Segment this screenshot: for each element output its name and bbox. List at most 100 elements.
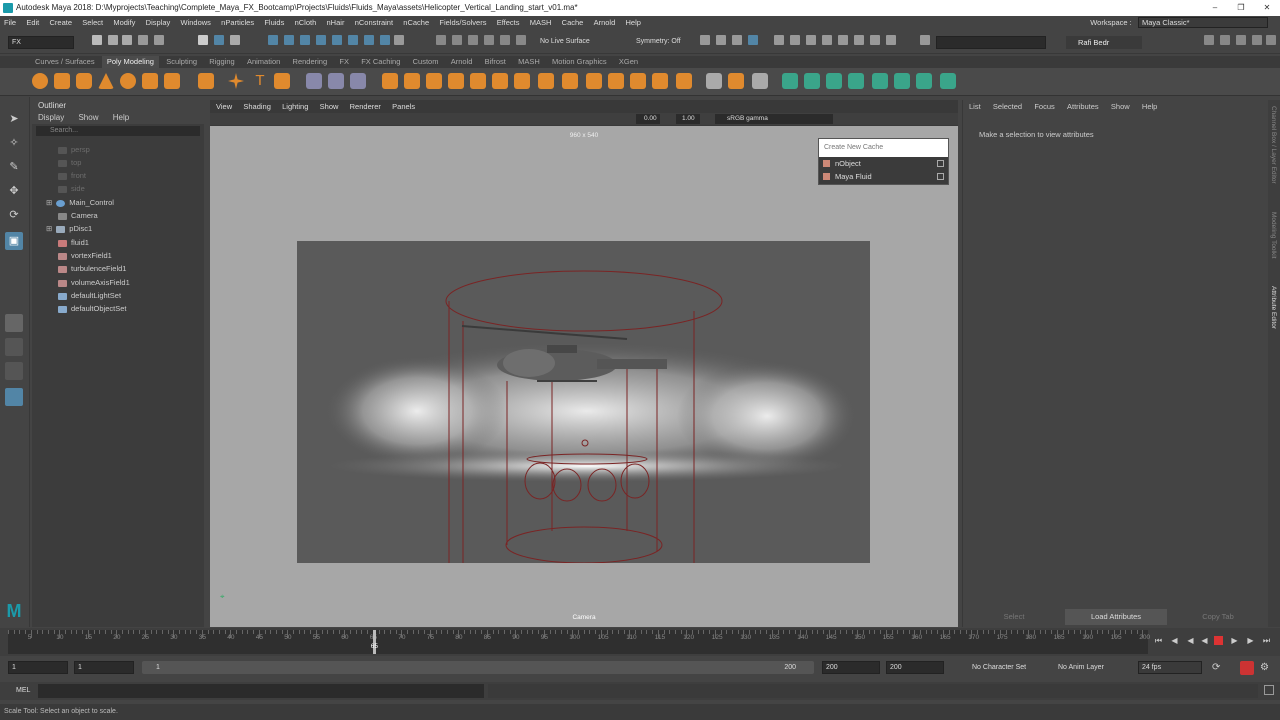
fill-hole-icon[interactable] (514, 73, 530, 89)
select-hierarchy-icon[interactable] (198, 35, 208, 45)
cut-uv-icon[interactable] (940, 73, 956, 89)
menu-arnold[interactable]: Arnold (590, 16, 620, 29)
snap-point-icon[interactable] (468, 35, 478, 45)
single-perspective-layout-icon[interactable] (5, 314, 23, 332)
outliner-item-vortexfield1[interactable]: vortexField1 (58, 249, 112, 262)
attr-menu-selected[interactable]: Selected (993, 102, 1022, 111)
outliner-item-turbulencefield1[interactable]: turbulenceField1 (58, 262, 126, 275)
redo-icon[interactable] (154, 35, 164, 45)
loop-icon[interactable]: ⟳ (1212, 662, 1224, 674)
viewport-menu-panels[interactable]: Panels (392, 102, 415, 111)
outliner-item-pdisc1[interactable]: ⊞ pDisc1 (46, 222, 92, 235)
menu-edit[interactable]: Edit (22, 16, 43, 29)
outliner-item-fluid1[interactable]: fluid1 (58, 236, 89, 249)
menu-display[interactable]: Display (142, 16, 175, 29)
range-slider[interactable]: 1 200 (142, 661, 814, 674)
exposure-field[interactable]: 0.00 (636, 114, 660, 124)
shelf-tab-fx[interactable]: FX (334, 56, 354, 68)
menu-mash[interactable]: MASH (526, 16, 556, 29)
offset-edge-loop-icon[interactable] (608, 73, 624, 89)
combine-icon[interactable] (306, 73, 322, 89)
script-editor-icon[interactable] (1264, 685, 1274, 695)
anim-end-field[interactable]: 200 (822, 661, 880, 674)
attr-menu-show[interactable]: Show (1111, 102, 1130, 111)
lasso-tool-icon[interactable]: ✧ (5, 134, 23, 152)
cylindrical-mapping-icon[interactable] (826, 73, 842, 89)
hypershade-icon[interactable] (748, 35, 758, 45)
render-view-icon[interactable] (774, 35, 784, 45)
snap-view-icon[interactable] (484, 35, 494, 45)
arnold-settings-icon[interactable] (870, 35, 880, 45)
mask-dynamics-icon[interactable] (348, 35, 358, 45)
snap-surface-icon[interactable] (500, 35, 510, 45)
menu-ncache[interactable]: nCache (399, 16, 433, 29)
render-setup-icon[interactable] (790, 35, 800, 45)
outliner-item-volumeaxisfield1[interactable]: volumeAxisField1 (58, 276, 130, 289)
poly-disc-icon[interactable] (164, 73, 180, 89)
attr-menu-list[interactable]: List (969, 102, 981, 111)
slide-edge-icon[interactable] (728, 73, 744, 89)
mirror-icon[interactable] (404, 73, 420, 89)
outliner-item-main-control[interactable]: ⊞ Main_Control (46, 196, 114, 209)
timeline-track[interactable]: 5 10 15 20 25 30 35 40 45 50 55 60 65 70 75 80 85 90 95 100… (8, 630, 1150, 654)
step-forward-frame-icon[interactable]: ▶ (1230, 636, 1239, 645)
maya-fluid-checkbox[interactable] (937, 173, 944, 180)
insert-edge-loop-icon[interactable] (586, 73, 602, 89)
script-language-label[interactable]: MEL (16, 687, 30, 694)
snap-curve-icon[interactable] (452, 35, 462, 45)
wedge-icon[interactable] (676, 73, 692, 89)
shelf-tab-poly-modeling[interactable]: Poly Modeling (101, 56, 159, 68)
channel-box-icon[interactable] (1266, 35, 1276, 45)
outliner-item-persp[interactable]: persp (58, 143, 90, 156)
outliner-item-defaultobjectset[interactable]: defaultObjectSet (58, 302, 126, 315)
lock-icon[interactable] (394, 35, 404, 45)
shelf-tab-curves-surfaces[interactable]: Curves / Surfaces (30, 56, 100, 68)
attr-menu-focus[interactable]: Focus (1034, 102, 1054, 111)
shelf-tab-rigging[interactable]: Rigging (204, 56, 239, 68)
input-line-field[interactable] (936, 36, 1046, 49)
select-button[interactable]: Select (963, 609, 1065, 625)
menu-modify[interactable]: Modify (109, 16, 139, 29)
poly-cube-icon[interactable] (54, 73, 70, 89)
menu-nhair[interactable]: nHair (323, 16, 349, 29)
arnold-ipr-icon[interactable] (838, 35, 848, 45)
menu-nconstraint[interactable]: nConstraint (351, 16, 397, 29)
multi-cut-icon[interactable] (562, 73, 578, 89)
maximize-icon[interactable]: ❐ (1228, 0, 1254, 16)
mask-deform-icon[interactable] (332, 35, 342, 45)
color-space-dropdown[interactable]: sRGB gamma (715, 114, 833, 124)
mask-icon[interactable] (268, 35, 278, 45)
circularize-icon[interactable] (652, 73, 668, 89)
workspace-dropdown[interactable]: Maya Classic* (1138, 17, 1268, 28)
rotate-tool-icon[interactable]: ⟳ (5, 206, 23, 224)
minimize-icon[interactable]: – (1202, 0, 1228, 16)
go-to-end-icon[interactable]: ⏭ (1262, 636, 1271, 645)
fps-dropdown[interactable]: 24 fps (1138, 661, 1202, 674)
arnold-render-icon[interactable] (822, 35, 832, 45)
menu-help[interactable]: Help (622, 16, 645, 29)
outliner-search-input[interactable]: Search... (36, 126, 200, 136)
copy-tab-button[interactable]: Copy Tab (1167, 609, 1269, 625)
mask-surfaces-icon[interactable] (316, 35, 326, 45)
end-time-field[interactable]: 200 (886, 661, 944, 674)
nobject-checkbox[interactable] (937, 160, 944, 167)
character-controls-icon[interactable] (1220, 35, 1230, 45)
expand-icon[interactable]: ⊞ (46, 224, 52, 233)
viewport-canvas[interactable]: 960 x 540 ⌖ Camera (210, 126, 958, 627)
append-icon[interactable] (492, 73, 508, 89)
select-tool-icon[interactable]: ➤ (5, 110, 23, 128)
menu-create[interactable]: Create (46, 16, 77, 29)
step-back-key-icon[interactable]: ◀ (1170, 636, 1179, 645)
smooth-icon[interactable] (350, 73, 366, 89)
auto-key-icon[interactable] (1240, 661, 1254, 675)
step-forward-key-icon[interactable]: ▶ (1246, 636, 1255, 645)
input-line-mode-icon[interactable] (920, 35, 930, 45)
shelf-tab-rendering[interactable]: Rendering (288, 56, 333, 68)
snap-live-icon[interactable] (516, 35, 526, 45)
menu-cache[interactable]: Cache (558, 16, 588, 29)
separate-icon[interactable] (328, 73, 344, 89)
load-attributes-button[interactable]: Load Attributes (1065, 609, 1167, 625)
crease-tool-icon[interactable] (706, 73, 722, 89)
outliner-item-camera[interactable]: Camera (58, 209, 98, 222)
expand-icon[interactable]: ⊞ (46, 198, 52, 207)
